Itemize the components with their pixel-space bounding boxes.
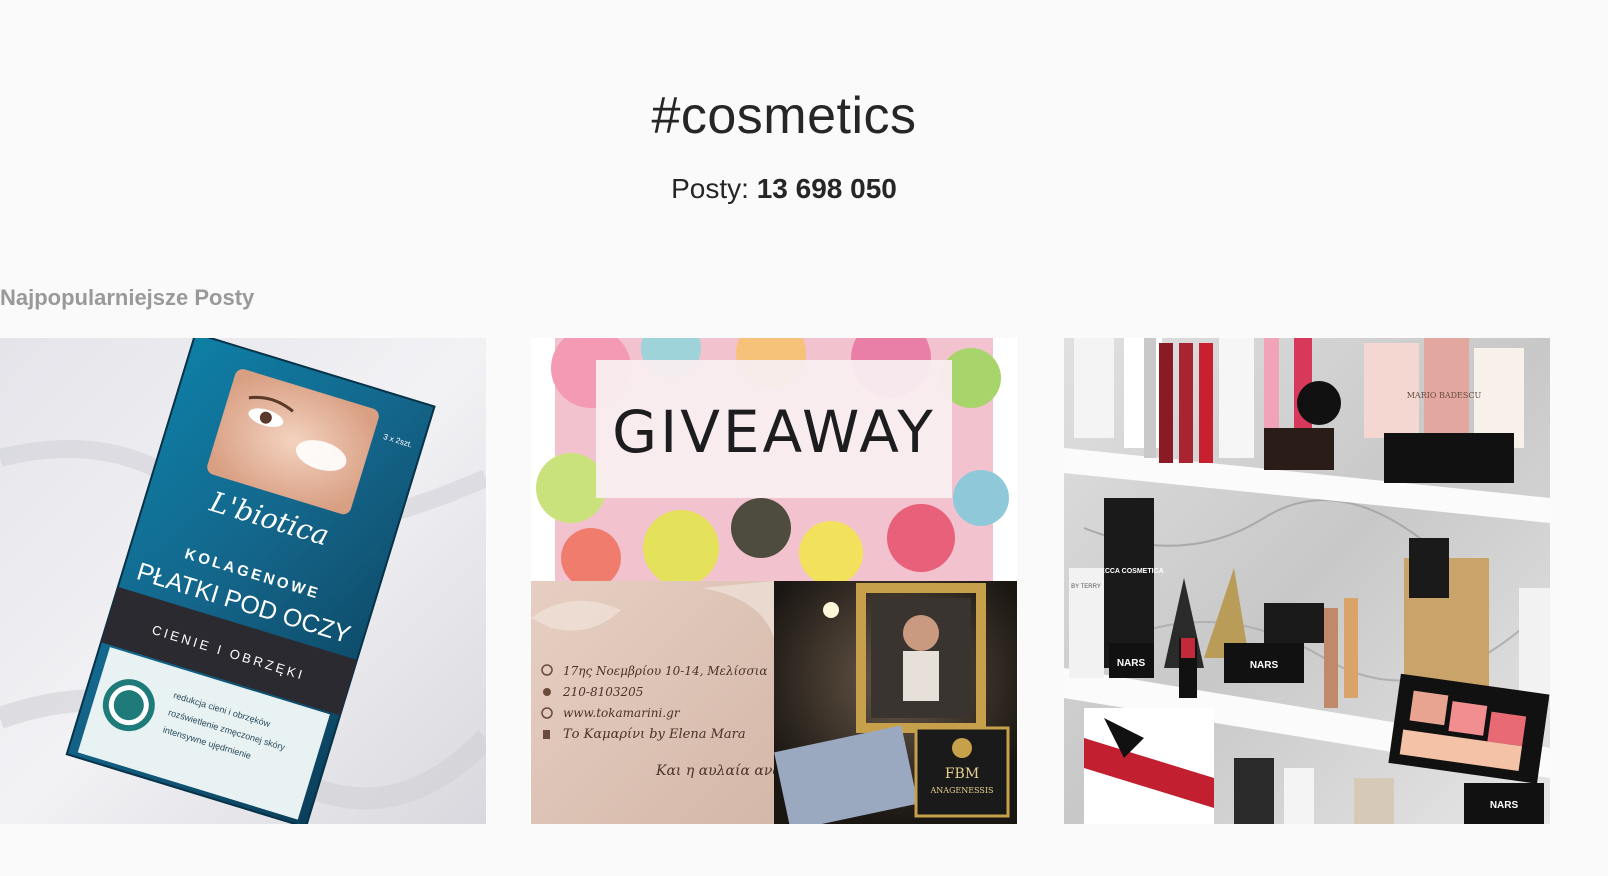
svg-text:FBM: FBM xyxy=(945,766,979,782)
svg-text:MARIO BADESCU: MARIO BADESCU xyxy=(1407,391,1482,400)
post-count: Posty: 13 698 050 xyxy=(0,171,1568,207)
svg-text:NARS: NARS xyxy=(1250,660,1279,671)
svg-text:NARS: NARS xyxy=(1490,800,1519,811)
mecca-tube xyxy=(1104,498,1154,668)
svg-text:210-8103205: 210-8103205 xyxy=(562,685,643,699)
post-thumbnail-2[interactable]: GIVEAWAY 17ης Νοεμβρίου 10-14, Μελίσσια … xyxy=(531,338,1017,824)
svg-text:ANAGENESSIS: ANAGENESSIS xyxy=(929,786,993,795)
hashtag-title: #cosmetics xyxy=(651,87,917,145)
top-posts-heading: Najpopularniejsze Posty xyxy=(0,285,255,310)
svg-text:Και η αυλαία ανο: Και η αυλαία ανο xyxy=(655,762,781,779)
post-2-image: GIVEAWAY 17ης Νοεμβρίου 10-14, Μελίσσια … xyxy=(531,338,1017,824)
svg-text:www.tokamarini.gr: www.tokamarini.gr xyxy=(563,706,681,720)
svg-text:MECCA COSMETICA: MECCA COSMETICA xyxy=(1094,568,1163,575)
svg-text:BY TERRY: BY TERRY xyxy=(1071,584,1101,590)
post-thumbnail-1[interactable]: L'biotica KOLAGENOWE PŁATKI POD OCZY CIE… xyxy=(0,338,486,824)
post-1-image: L'biotica KOLAGENOWE PŁATKI POD OCZY CIE… xyxy=(0,338,486,824)
post-count-label: Posty: xyxy=(671,173,749,204)
top-posts-grid: L'biotica KOLAGENOWE PŁATKI POD OCZY CIE… xyxy=(0,338,1550,824)
svg-text:17ης Νοεμβρίου 10-14, Μελίσσια: 17ης Νοεμβρίου 10-14, Μελίσσια xyxy=(563,664,767,678)
giveaway-text: GIVEAWAY xyxy=(612,398,936,466)
post-3-image: MECCA COSMETICA BY TERRY NARS NARS NARS … xyxy=(1064,338,1550,824)
post-thumbnail-3[interactable]: MECCA COSMETICA BY TERRY NARS NARS NARS … xyxy=(1064,338,1550,824)
svg-text:NARS: NARS xyxy=(1117,658,1146,669)
svg-text:Το Καμαρίνι by Elena Mara: Το Καμαρίνι by Elena Mara xyxy=(563,727,746,742)
post-count-value: 13 698 050 xyxy=(756,173,897,204)
